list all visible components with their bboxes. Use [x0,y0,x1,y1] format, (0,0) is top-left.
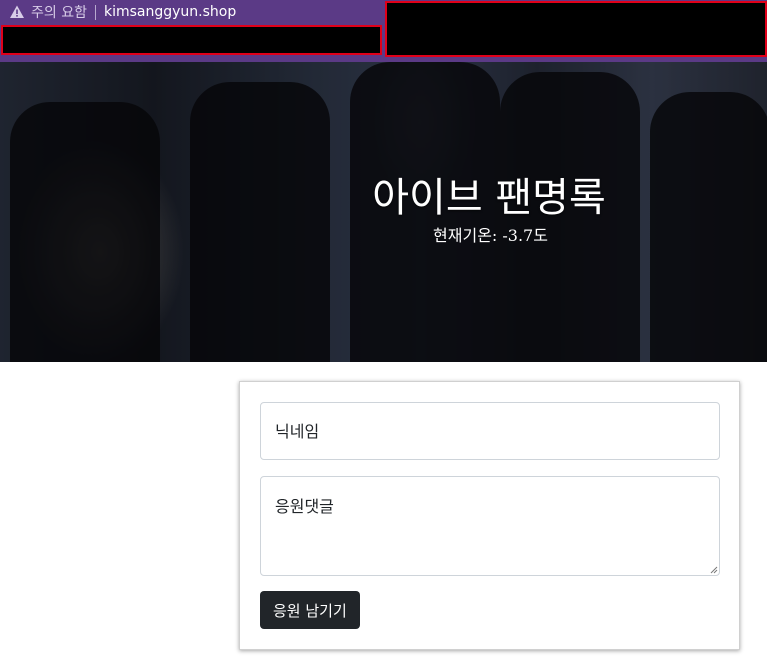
url-text[interactable]: kimsanggyun.shop [104,4,236,20]
browser-address-bar: 주의 요함 kimsanggyun.shop [0,0,767,62]
comment-textarea[interactable] [260,476,720,576]
temperature-text: 현재기온: -3.7도 [433,226,548,245]
redacted-region [385,1,767,57]
submit-comment-button[interactable]: 응원 남기기 [260,591,360,629]
url-row[interactable]: 주의 요함 kimsanggyun.shop [0,0,383,24]
redacted-region [1,25,382,55]
hero-banner: 아이브 팬명록 현재기온: -3.7도 [0,62,767,362]
warning-icon [10,5,24,18]
page-title: 아이브 팬명록 [372,175,606,221]
nickname-input[interactable] [260,402,720,460]
guestbook-form-card: 응원 남기기 [239,381,740,650]
resize-grip-icon[interactable] [710,566,718,574]
security-warning-label[interactable]: 주의 요함 [31,2,87,22]
divider [94,4,96,20]
comment-field-wrapper [260,476,720,576]
